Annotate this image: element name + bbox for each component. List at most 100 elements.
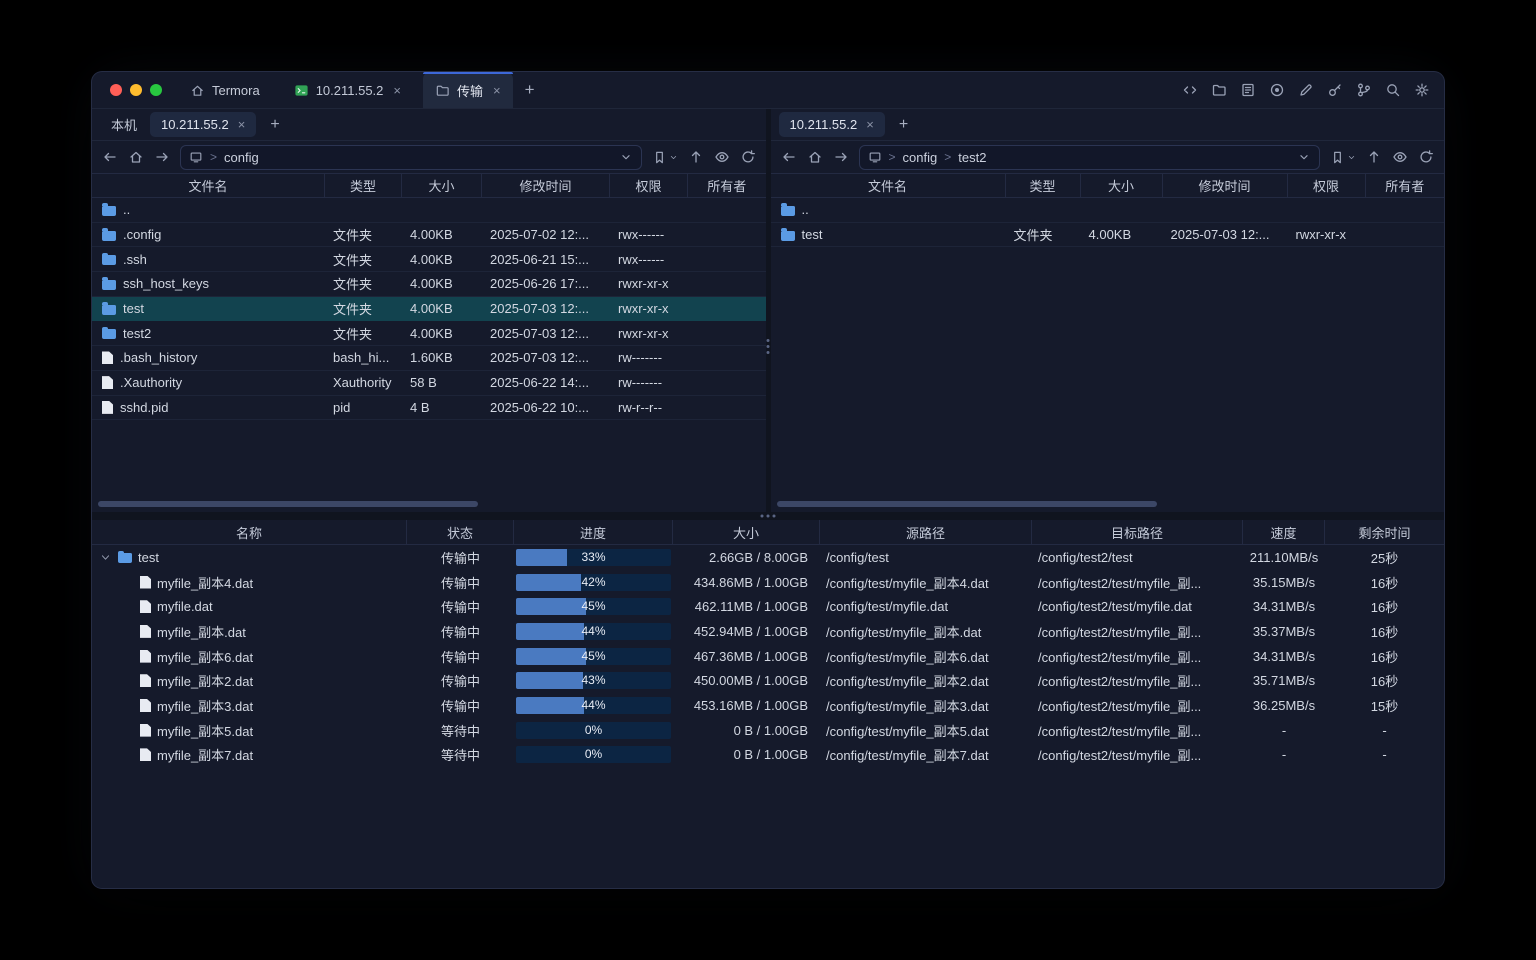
show-hidden-button[interactable] [1392,149,1408,165]
column-header[interactable]: 进度 [514,520,673,544]
file-row[interactable]: .config 文件夹 4.00KB 2025-07-02 12:... rwx… [92,223,766,248]
forward-button[interactable] [154,149,170,165]
up-directory-button[interactable] [688,149,704,165]
file-row[interactable]: test2 文件夹 4.00KB 2025-07-03 12:... rwxr-… [92,321,766,346]
code-button[interactable] [1182,82,1198,98]
file-perm-cell: rw------- [610,375,688,390]
close-icon[interactable]: × [866,117,874,132]
bookmark-button[interactable] [652,150,678,165]
branch-button[interactable] [1356,82,1372,98]
column-header[interactable]: 剩余时间 [1325,520,1444,544]
right-panel-tabs: 10.211.55.2 × + [771,109,1445,141]
chevron-down-icon[interactable] [1297,150,1311,164]
column-header[interactable]: 修改时间 [1163,174,1288,197]
right-path-bar[interactable]: > config > test2 [859,145,1321,170]
home-button[interactable] [807,149,823,165]
drag-handle[interactable] [767,515,770,518]
transfer-status: 传输中 [407,622,514,641]
column-header[interactable]: 文件名 [92,174,325,197]
transfer-row[interactable]: myfile_副本5.dat 等待中 0% 0 B / 1.00GB /conf… [92,718,1444,743]
up-directory-button[interactable] [1366,149,1382,165]
zoom-window-button[interactable] [150,84,162,96]
column-header[interactable]: 状态 [407,520,514,544]
log-button[interactable] [1240,82,1256,98]
forward-button[interactable] [833,149,849,165]
transfer-splitter[interactable] [92,512,1444,520]
column-header[interactable]: 所有者 [688,174,766,197]
breadcrumb-item[interactable]: config [224,150,259,165]
file-mtime-cell: 2025-06-26 17:... [482,276,610,291]
column-header[interactable]: 大小 [402,174,482,197]
left-new-tab-button[interactable]: + [258,116,291,134]
column-header[interactable]: 类型 [1006,174,1081,197]
file-row[interactable]: test 文件夹 4.00KB 2025-07-03 12:... rwxr-x… [92,297,766,322]
left-tab-local[interactable]: 本机 [100,112,148,137]
transfer-row[interactable]: test 传输中 33% 2.66GB / 8.00GB /config/tes… [92,545,1444,570]
collapse-icon[interactable] [100,552,112,563]
new-tab-button[interactable]: + [513,72,547,108]
show-hidden-button[interactable] [714,149,730,165]
column-header[interactable]: 目标路径 [1032,520,1243,544]
search-button[interactable] [1385,82,1401,98]
column-header[interactable]: 所有者 [1366,174,1445,197]
key-button[interactable] [1327,82,1343,98]
transfer-row[interactable]: myfile.dat 传输中 45% 462.11MB / 1.00GB /co… [92,594,1444,619]
close-icon[interactable]: × [493,83,501,98]
minimize-window-button[interactable] [130,84,142,96]
tab-transfer[interactable]: 传输 × [423,72,513,108]
bookmark-button[interactable] [1330,150,1356,165]
transfer-row[interactable]: myfile_副本7.dat 等待中 0% 0 B / 1.00GB /conf… [92,743,1444,768]
breadcrumb-item[interactable]: test2 [958,150,986,165]
column-header[interactable]: 名称 [92,520,407,544]
file-row[interactable]: sshd.pid pid 4 B 2025-06-22 10:... rw-r-… [92,396,766,421]
settings-button[interactable] [1414,82,1430,98]
chevron-down-icon[interactable] [619,150,633,164]
refresh-button[interactable] [1418,149,1434,165]
record-button[interactable] [1269,82,1285,98]
file-row[interactable]: .Xauthority Xauthority 58 B 2025-06-22 1… [92,371,766,396]
column-header[interactable]: 大小 [673,520,820,544]
home-button[interactable] [128,149,144,165]
file-row[interactable]: .bash_history bash_hi... 1.60KB 2025-07-… [92,346,766,371]
breadcrumb-item[interactable]: config [903,150,938,165]
column-header[interactable]: 修改时间 [482,174,610,197]
file-row[interactable]: .. [771,198,1445,223]
file-row[interactable]: .. [92,198,766,223]
back-button[interactable] [781,149,797,165]
right-tab-remote[interactable]: 10.211.55.2 × [779,112,885,137]
refresh-button[interactable] [740,149,756,165]
file-name: .ssh [123,252,147,267]
back-button[interactable] [102,149,118,165]
file-row[interactable]: ssh_host_keys 文件夹 4.00KB 2025-06-26 17:.… [92,272,766,297]
left-path-bar[interactable]: > config [180,145,642,170]
transfer-row[interactable]: myfile_副本.dat 传输中 44% 452.94MB / 1.00GB … [92,619,1444,644]
close-icon[interactable]: × [238,117,246,132]
file-row[interactable]: .ssh 文件夹 4.00KB 2025-06-21 15:... rwx---… [92,247,766,272]
transfer-row[interactable]: myfile_副本4.dat 传输中 42% 434.86MB / 1.00GB… [92,570,1444,595]
right-table-header: 文件名类型大小修改时间权限所有者 [771,173,1445,198]
close-icon[interactable]: × [393,83,401,98]
column-header[interactable]: 文件名 [771,174,1006,197]
edit-button[interactable] [1298,82,1314,98]
column-header[interactable]: 大小 [1081,174,1163,197]
horizontal-scrollbar[interactable] [777,501,1157,507]
left-tab-remote[interactable]: 10.211.55.2 × [150,112,256,137]
column-header[interactable]: 速度 [1243,520,1325,544]
column-header[interactable]: 权限 [1288,174,1366,197]
transfer-row[interactable]: myfile_副本3.dat 传输中 44% 453.16MB / 1.00GB… [92,693,1444,718]
transfer-eta: 16秒 [1325,622,1444,641]
transfer-row[interactable]: myfile_副本6.dat 传输中 45% 467.36MB / 1.00GB… [92,644,1444,669]
transfer-row[interactable]: myfile_副本2.dat 传输中 43% 450.00MB / 1.00GB… [92,668,1444,693]
tab-host-session[interactable]: 10.211.55.2 × [282,72,413,108]
column-header[interactable]: 类型 [325,174,402,197]
folders-button[interactable] [1211,82,1227,98]
app-home-tab[interactable]: Termora [178,72,272,108]
column-header[interactable]: 源路径 [820,520,1032,544]
column-header[interactable]: 权限 [610,174,688,197]
close-window-button[interactable] [110,84,122,96]
drag-handle[interactable] [767,345,770,348]
file-name-cell: .ssh [92,252,325,267]
horizontal-scrollbar[interactable] [98,501,478,507]
file-row[interactable]: test 文件夹 4.00KB 2025-07-03 12:... rwxr-x… [771,223,1445,248]
right-new-tab-button[interactable]: + [887,116,920,134]
